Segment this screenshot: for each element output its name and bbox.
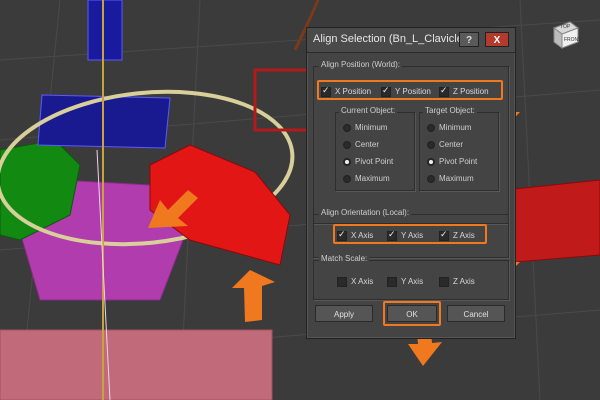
blue-mesh-top xyxy=(87,0,123,61)
pink-base-mesh xyxy=(0,329,273,400)
target-object-label: Target Object: xyxy=(423,106,477,115)
current-minimum-radio[interactable]: Minimum xyxy=(343,123,387,132)
highlight-ok xyxy=(383,301,441,326)
viewcube-front-label: FRONT xyxy=(564,37,582,43)
scale-z-checkbox[interactable]: Z Axis xyxy=(439,277,475,287)
cancel-button[interactable]: Cancel xyxy=(447,305,505,322)
dialog-title: Align Selection (Bn_L_Clavicle01) xyxy=(313,33,479,45)
align-position-label: Align Position (World): xyxy=(319,60,402,69)
viewcube[interactable]: TOP FRONT xyxy=(548,18,582,52)
target-pivot-radio[interactable]: Pivot Point xyxy=(427,157,477,166)
match-scale-label: Match Scale: xyxy=(319,254,370,263)
current-center-radio[interactable]: Center xyxy=(343,140,379,149)
dialog-titlebar[interactable]: Align Selection (Bn_L_Clavicle01) ? X xyxy=(307,28,515,53)
scale-x-checkbox[interactable]: X Axis xyxy=(337,277,373,287)
viewcube-top-label: TOP xyxy=(560,24,571,30)
help-button[interactable]: ? xyxy=(459,32,479,47)
target-minimum-radio[interactable]: Minimum xyxy=(427,123,471,132)
close-button[interactable]: X xyxy=(485,32,509,47)
current-object-label: Current Object: xyxy=(339,106,398,115)
highlight-orientation xyxy=(333,224,487,244)
target-maximum-radio[interactable]: Maximum xyxy=(427,174,474,183)
current-maximum-radio[interactable]: Maximum xyxy=(343,174,390,183)
align-orientation-label: Align Orientation (Local): xyxy=(319,208,412,217)
target-center-radio[interactable]: Center xyxy=(427,140,463,149)
highlight-position xyxy=(317,80,503,100)
current-pivot-radio[interactable]: Pivot Point xyxy=(343,157,393,166)
scale-y-checkbox[interactable]: Y Axis xyxy=(387,277,423,287)
align-selection-dialog: Align Selection (Bn_L_Clavicle01) ? X Al… xyxy=(306,27,516,339)
red-shape-right xyxy=(504,179,600,263)
apply-button[interactable]: Apply xyxy=(315,305,373,322)
